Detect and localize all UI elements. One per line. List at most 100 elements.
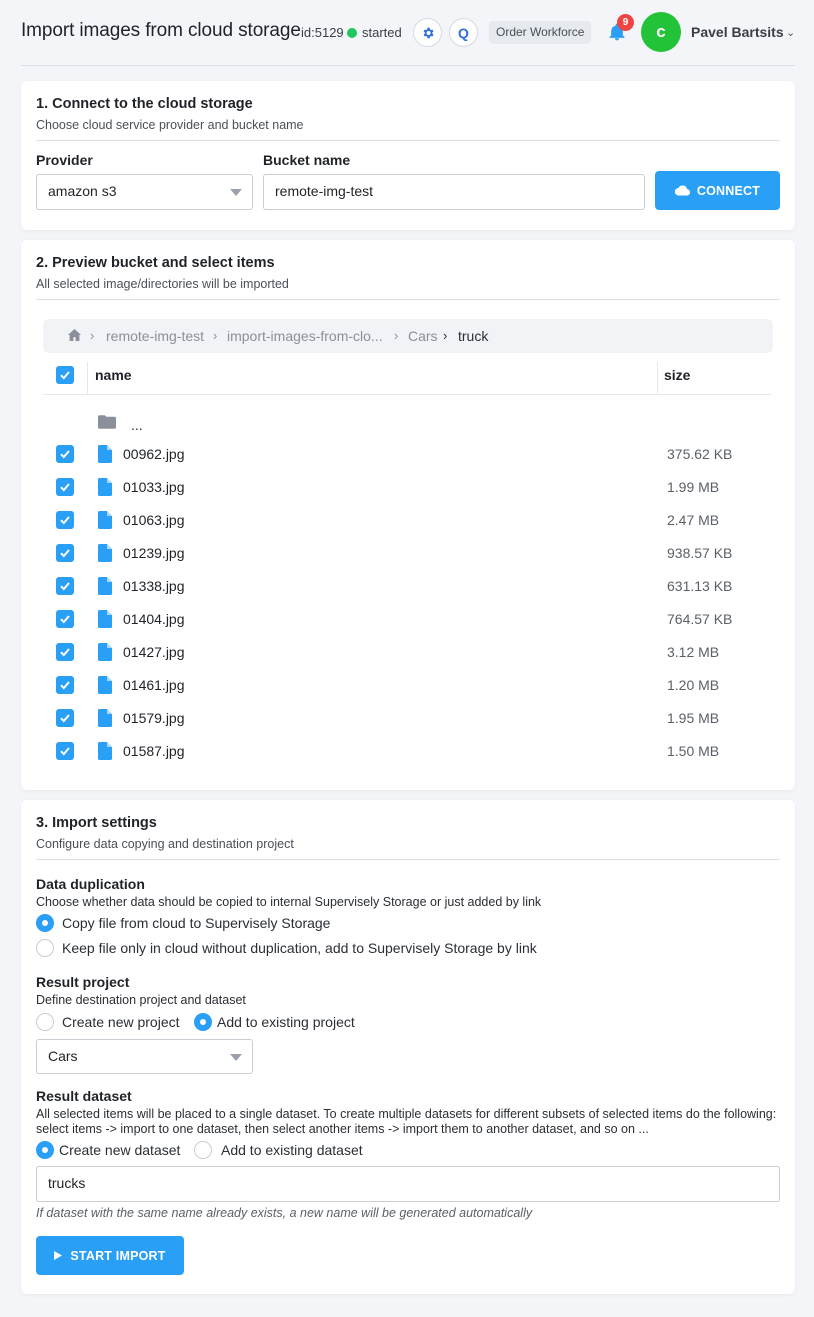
keep-in-cloud-radio[interactable]: [36, 939, 54, 957]
user-name[interactable]: Pavel Bartsits: [691, 24, 784, 40]
file-size: 375.62 KB: [667, 446, 733, 462]
table-row[interactable]: 01033.jpg 1.99 MB: [21, 472, 795, 505]
breadcrumb: › remote-img-test › import-images-from-c…: [43, 319, 773, 353]
column-divider: [657, 362, 658, 394]
add-to-existing-project-label[interactable]: Add to existing project: [217, 1014, 355, 1030]
row-checkbox[interactable]: [56, 478, 74, 496]
column-header-name[interactable]: name: [95, 367, 132, 383]
result-dataset-label: Result dataset: [36, 1088, 132, 1104]
dataset-name-value: trucks: [48, 1175, 86, 1191]
check-icon: [60, 516, 70, 525]
preview-title: 2. Preview bucket and select items: [36, 255, 275, 271]
file-size: 631.13 KB: [667, 578, 733, 594]
avatar-letter: c: [656, 22, 666, 41]
bucket-input[interactable]: remote-img-test: [263, 174, 645, 210]
create-new-project-radio[interactable]: [36, 1013, 54, 1031]
table-row[interactable]: 01338.jpg 631.13 KB: [21, 571, 795, 604]
breadcrumb-item[interactable]: Cars: [408, 328, 438, 344]
file-icon: [98, 610, 112, 628]
caret-down-icon: [230, 1054, 242, 1061]
table-row[interactable]: 01427.jpg 3.12 MB: [21, 637, 795, 670]
copy-to-storage-radio[interactable]: [36, 914, 54, 932]
table-row[interactable]: 01404.jpg 764.57 KB: [21, 604, 795, 637]
check-icon: [60, 648, 70, 657]
file-name: 01338.jpg: [123, 578, 185, 594]
table-row[interactable]: 01239.jpg 938.57 KB: [21, 538, 795, 571]
row-checkbox[interactable]: [56, 643, 74, 661]
create-new-project-label[interactable]: Create new project: [62, 1014, 180, 1030]
keep-in-cloud-label[interactable]: Keep file only in cloud without duplicat…: [62, 940, 537, 956]
avatar[interactable]: c: [641, 12, 681, 52]
start-import-label: START IMPORT: [70, 1248, 166, 1263]
breadcrumb-item[interactable]: remote-img-test: [106, 328, 204, 344]
column-header-size[interactable]: size: [664, 367, 690, 383]
connect-subtitle: Choose cloud service provider and bucket…: [36, 118, 304, 132]
file-size: 3.12 MB: [667, 644, 720, 660]
copy-to-storage-label[interactable]: Copy file from cloud to Supervisely Stor…: [62, 915, 330, 931]
divider: [36, 859, 780, 860]
row-checkbox[interactable]: [56, 742, 74, 760]
create-new-dataset-label[interactable]: Create new dataset: [59, 1142, 180, 1158]
file-name: 01427.jpg: [123, 644, 185, 660]
settings-button[interactable]: [413, 18, 442, 47]
provider-select[interactable]: amazon s3: [36, 174, 253, 210]
check-icon: [60, 549, 70, 558]
file-icon: [98, 742, 112, 760]
file-icon: [98, 676, 112, 694]
q-button[interactable]: Q: [449, 18, 478, 47]
table-row[interactable]: 01579.jpg 1.95 MB: [21, 703, 795, 736]
project-select[interactable]: Cars: [36, 1039, 253, 1074]
row-checkbox[interactable]: [56, 610, 74, 628]
breadcrumb-item[interactable]: import-images-from-clo...: [227, 328, 383, 344]
file-size: 764.57 KB: [667, 611, 733, 627]
column-divider: [87, 362, 88, 394]
provider-label: Provider: [36, 152, 93, 168]
dataset-name-input[interactable]: trucks: [36, 1166, 780, 1202]
check-icon: [60, 714, 70, 723]
file-name: 01063.jpg: [123, 512, 185, 528]
dataset-hint: If dataset with the same name already ex…: [36, 1206, 533, 1220]
connect-button[interactable]: CONNECT: [655, 171, 780, 210]
provider-value: amazon s3: [48, 183, 117, 199]
table-row[interactable]: 01461.jpg 1.20 MB: [21, 670, 795, 703]
table-row[interactable]: 00962.jpg 375.62 KB: [21, 439, 795, 472]
row-checkbox[interactable]: [56, 544, 74, 562]
add-to-existing-dataset-label[interactable]: Add to existing dataset: [221, 1142, 363, 1158]
folder-icon: [98, 415, 116, 429]
add-to-existing-project-radio[interactable]: [194, 1013, 212, 1031]
row-checkbox[interactable]: [56, 709, 74, 727]
table-header-divider: [43, 394, 771, 395]
file-name: 01579.jpg: [123, 710, 185, 726]
project-value: Cars: [48, 1048, 78, 1064]
file-size: 2.47 MB: [667, 512, 720, 528]
check-icon: [60, 582, 70, 591]
row-checkbox[interactable]: [56, 577, 74, 595]
header-divider: [21, 65, 795, 66]
add-to-existing-dataset-radio[interactable]: [194, 1141, 212, 1159]
row-checkbox[interactable]: [56, 676, 74, 694]
file-size: 1.99 MB: [667, 479, 720, 495]
parent-directory-row[interactable]: ...: [21, 408, 795, 441]
page-title: Import images from cloud storage: [21, 20, 301, 41]
table-row[interactable]: 01063.jpg 2.47 MB: [21, 505, 795, 538]
caret-down-icon: [230, 189, 242, 196]
settings-card: 3. Import settings Configure data copyin…: [21, 800, 795, 1294]
row-checkbox[interactable]: [56, 445, 74, 463]
play-icon: [54, 1251, 63, 1260]
select-all-checkbox[interactable]: [56, 366, 74, 384]
home-icon[interactable]: [68, 329, 81, 341]
chevron-right-icon: ›: [394, 328, 399, 343]
file-size: 938.57 KB: [667, 545, 733, 561]
chevron-down-icon[interactable]: ⌄: [786, 26, 795, 39]
file-name: 01239.jpg: [123, 545, 185, 561]
create-new-dataset-radio[interactable]: [36, 1141, 54, 1159]
check-icon: [60, 450, 70, 459]
row-checkbox[interactable]: [56, 511, 74, 529]
start-import-button[interactable]: START IMPORT: [36, 1236, 184, 1275]
table-row[interactable]: 01587.jpg 1.50 MB: [21, 736, 795, 769]
order-workforce-button[interactable]: Order Workforce: [489, 21, 592, 44]
parent-directory-label: ...: [131, 417, 143, 433]
check-icon: [60, 371, 70, 380]
file-name: 00962.jpg: [123, 446, 185, 462]
settings-title: 3. Import settings: [36, 815, 157, 831]
